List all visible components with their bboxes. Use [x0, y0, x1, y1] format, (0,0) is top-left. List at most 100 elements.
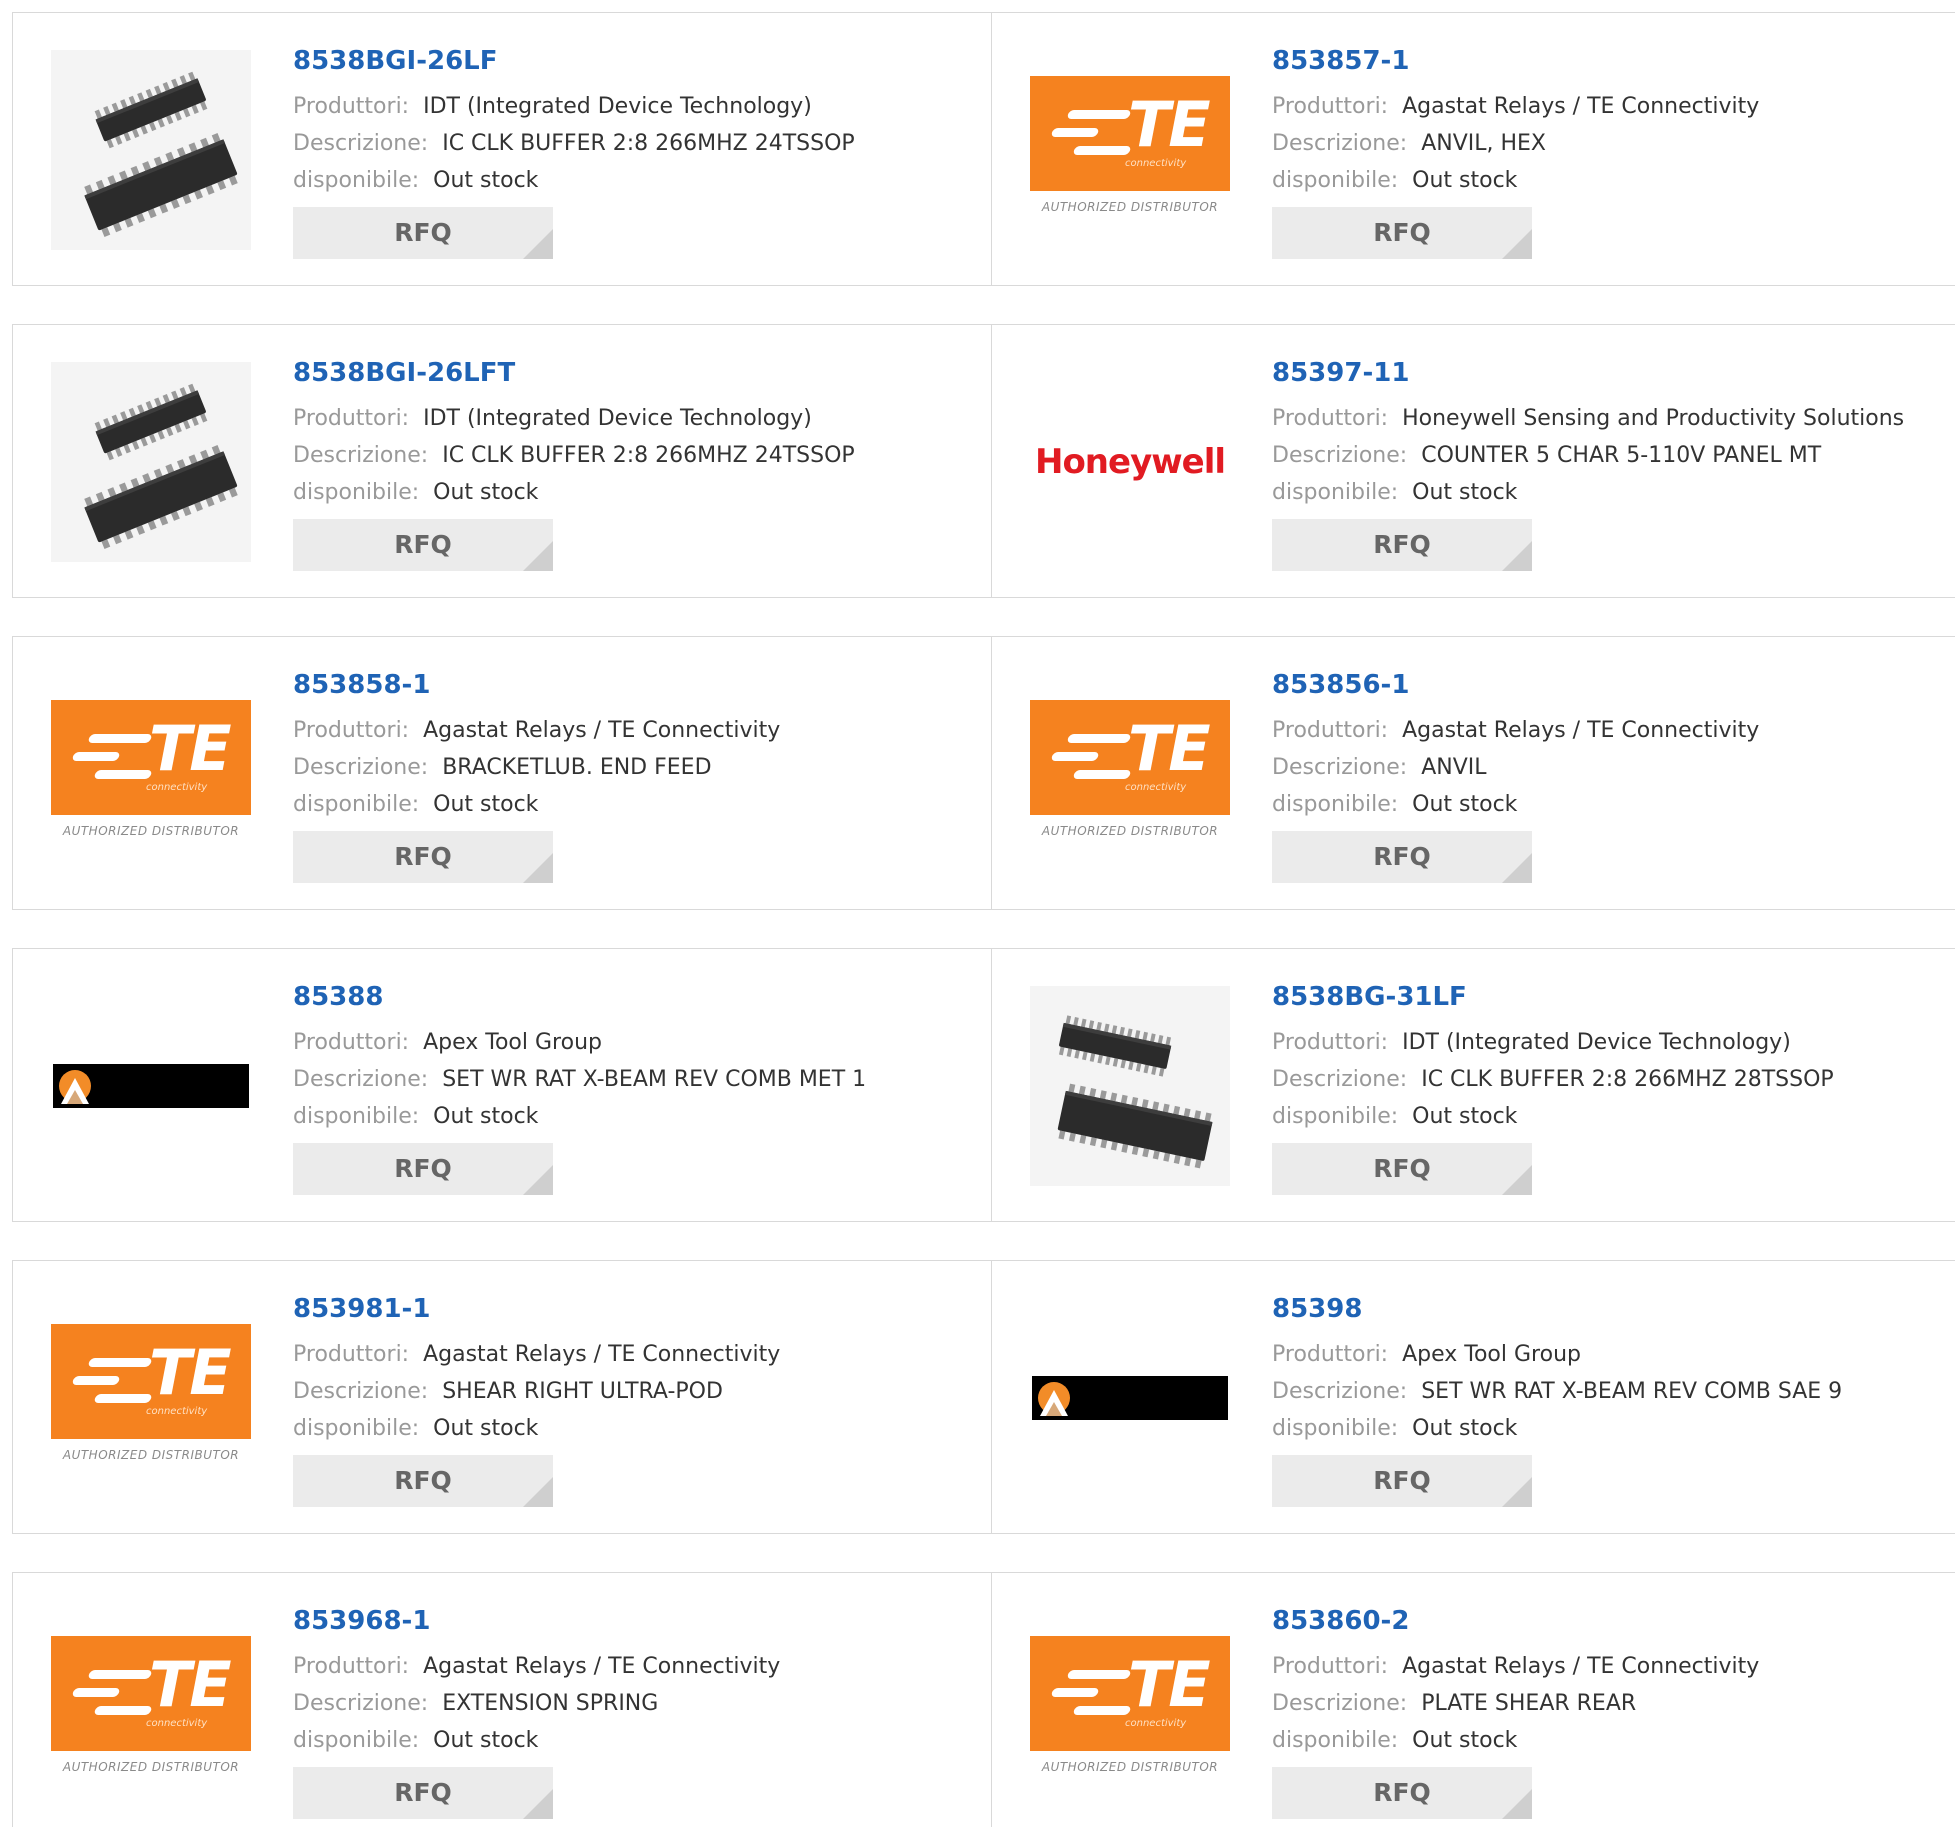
product-image[interactable]: TE connectivity AUTHORIZED DISTRIBUTOR [1030, 50, 1230, 250]
product-card: 85398 Produttori: Apex Tool Group Descriz… [991, 1261, 1955, 1533]
te-connectivity-logo: TE connectivity AUTHORIZED DISTRIBUTOR [1030, 700, 1230, 848]
product-image[interactable]: TE connectivity AUTHORIZED DISTRIBUTOR [51, 1298, 251, 1498]
corner-triangle-icon [1502, 541, 1532, 571]
rfq-label: RFQ [1373, 1778, 1431, 1807]
honeywell-logo: Honeywell [1034, 442, 1226, 482]
manufacturer-value: Agastat Relays / TE Connectivity [423, 1654, 781, 1679]
part-number-link[interactable]: 8538BG-31LF [1272, 977, 1834, 1017]
availability-line: disponibile: Out stock [293, 1098, 866, 1135]
manufacturer-value: Agastat Relays / TE Connectivity [1402, 1654, 1760, 1679]
product-info: 85388 Produttori: Apex Tool Group Descriz… [293, 977, 866, 1195]
description-label: Descrizione: [293, 755, 429, 780]
description-value: EXTENSION SPRING [442, 1691, 659, 1716]
product-image[interactable] [51, 986, 251, 1186]
product-card: TE connectivity AUTHORIZED DISTRIBUTOR 853… [991, 637, 1955, 909]
manufacturer-label: Produttori: [293, 1030, 410, 1055]
rfq-button[interactable]: RFQ [293, 207, 553, 259]
description-value: COUNTER 5 CHAR 5-110V PANEL MT [1421, 443, 1822, 468]
product-image[interactable]: TE connectivity AUTHORIZED DISTRIBUTOR [1030, 674, 1230, 874]
product-card: TE connectivity AUTHORIZED DISTRIBUTOR 853… [991, 1573, 1955, 1827]
part-number-link[interactable]: 853981-1 [293, 1289, 780, 1329]
product-image[interactable]: Honeywell [1030, 362, 1230, 562]
product-image[interactable]: TE connectivity AUTHORIZED DISTRIBUTOR [51, 1610, 251, 1810]
product-image[interactable] [51, 362, 251, 562]
rfq-button[interactable]: RFQ [293, 1767, 553, 1819]
availability-line: disponibile: Out stock [1272, 1722, 1759, 1759]
product-image[interactable]: TE connectivity AUTHORIZED DISTRIBUTOR [51, 674, 251, 874]
description-value: IC CLK BUFFER 2:8 266MHZ 24TSSOP [442, 131, 855, 156]
part-number-link[interactable]: 853860-2 [1272, 1601, 1759, 1641]
te-logo-wordmark: TE [1128, 88, 1211, 161]
rfq-label: RFQ [394, 530, 452, 559]
part-number-link[interactable]: 853968-1 [293, 1601, 780, 1641]
description-label: Descrizione: [1272, 443, 1408, 468]
corner-triangle-icon [1502, 1789, 1532, 1819]
part-number-link[interactable]: 853857-1 [1272, 41, 1759, 81]
rfq-button[interactable]: RFQ [1272, 1767, 1532, 1819]
manufacturer-line: Produttori: Honeywell Sensing and Product… [1272, 400, 1904, 437]
product-info: 8538BG-31LF Produttori: IDT (Integrated D… [1272, 977, 1834, 1195]
part-number-link[interactable]: 85388 [293, 977, 866, 1017]
description-label: Descrizione: [1272, 1067, 1408, 1092]
te-logo-subtitle: connectivity [1125, 782, 1187, 793]
part-number-link[interactable]: 85397-11 [1272, 353, 1904, 393]
product-image[interactable] [1030, 986, 1230, 1186]
rfq-button[interactable]: RFQ [1272, 519, 1532, 571]
te-logo-box: TE connectivity [1030, 76, 1230, 191]
manufacturer-label: Produttori: [1272, 718, 1389, 743]
product-image[interactable]: TE connectivity AUTHORIZED DISTRIBUTOR [1030, 1610, 1230, 1810]
authorized-distributor-text: AUTHORIZED DISTRIBUTOR [1041, 1760, 1219, 1774]
product-card: TE connectivity AUTHORIZED DISTRIBUTOR 853… [13, 1261, 991, 1533]
product-image[interactable] [51, 50, 251, 250]
product-info: 853981-1 Produttori: Agastat Relays / TE … [293, 1289, 780, 1507]
rfq-button[interactable]: RFQ [1272, 207, 1532, 259]
availability-line: disponibile: Out stock [1272, 474, 1904, 511]
rfq-label: RFQ [394, 1154, 452, 1183]
authorized-distributor-text: AUTHORIZED DISTRIBUTOR [1041, 200, 1219, 214]
te-logo-wordmark: TE [149, 1336, 232, 1409]
manufacturer-value: Honeywell Sensing and Productivity Solut… [1402, 406, 1905, 431]
availability-value: Out stock [1412, 1104, 1518, 1129]
description-value: ANVIL, HEX [1421, 131, 1547, 156]
availability-value: Out stock [433, 1416, 539, 1441]
corner-triangle-icon [523, 541, 553, 571]
rfq-button[interactable]: RFQ [293, 831, 553, 883]
product-row: TE connectivity AUTHORIZED DISTRIBUTOR 853… [12, 1260, 1955, 1534]
part-number-link[interactable]: 853856-1 [1272, 665, 1759, 705]
rfq-button[interactable]: RFQ [293, 1455, 553, 1507]
availability-label: disponibile: [293, 1728, 420, 1753]
availability-value: Out stock [1412, 1416, 1518, 1441]
description-line: Descrizione: ANVIL [1272, 749, 1759, 786]
rfq-button[interactable]: RFQ [1272, 1455, 1532, 1507]
manufacturer-label: Produttori: [1272, 1342, 1389, 1367]
description-value: IC CLK BUFFER 2:8 266MHZ 28TSSOP [1421, 1067, 1834, 1092]
manufacturer-value: IDT (Integrated Device Technology) [1402, 1030, 1791, 1055]
product-row: 8538BGI-26LF Produttori: IDT (Integrated … [12, 12, 1955, 286]
part-number-link[interactable]: 853858-1 [293, 665, 780, 705]
part-number-link[interactable]: 85398 [1272, 1289, 1842, 1329]
rfq-button[interactable]: RFQ [293, 1143, 553, 1195]
description-label: Descrizione: [293, 131, 429, 156]
rfq-button[interactable]: RFQ [1272, 831, 1532, 883]
part-number-link[interactable]: 8538BGI-26LFT [293, 353, 855, 393]
manufacturer-value: Apex Tool Group [423, 1030, 602, 1055]
description-label: Descrizione: [1272, 755, 1408, 780]
availability-label: disponibile: [1272, 1416, 1399, 1441]
availability-line: disponibile: Out stock [293, 474, 855, 511]
rfq-button[interactable]: RFQ [293, 519, 553, 571]
product-info: 853860-2 Produttori: Agastat Relays / TE … [1272, 1601, 1759, 1819]
availability-label: disponibile: [293, 1104, 420, 1129]
rfq-button[interactable]: RFQ [1272, 1143, 1532, 1195]
product-card: TE connectivity AUTHORIZED DISTRIBUTOR 853… [13, 1573, 991, 1827]
manufacturer-value: Agastat Relays / TE Connectivity [423, 718, 781, 743]
rfq-label: RFQ [1373, 1154, 1431, 1183]
availability-line: disponibile: Out stock [293, 1410, 780, 1447]
product-image[interactable] [1030, 1298, 1230, 1498]
part-number-link[interactable]: 8538BGI-26LF [293, 41, 855, 81]
availability-line: disponibile: Out stock [293, 786, 780, 823]
manufacturer-line: Produttori: Agastat Relays / TE Connectiv… [1272, 1648, 1759, 1685]
corner-triangle-icon [1502, 853, 1532, 883]
manufacturer-value: Agastat Relays / TE Connectivity [423, 1342, 781, 1367]
manufacturer-label: Produttori: [1272, 1654, 1389, 1679]
availability-label: disponibile: [1272, 168, 1399, 193]
